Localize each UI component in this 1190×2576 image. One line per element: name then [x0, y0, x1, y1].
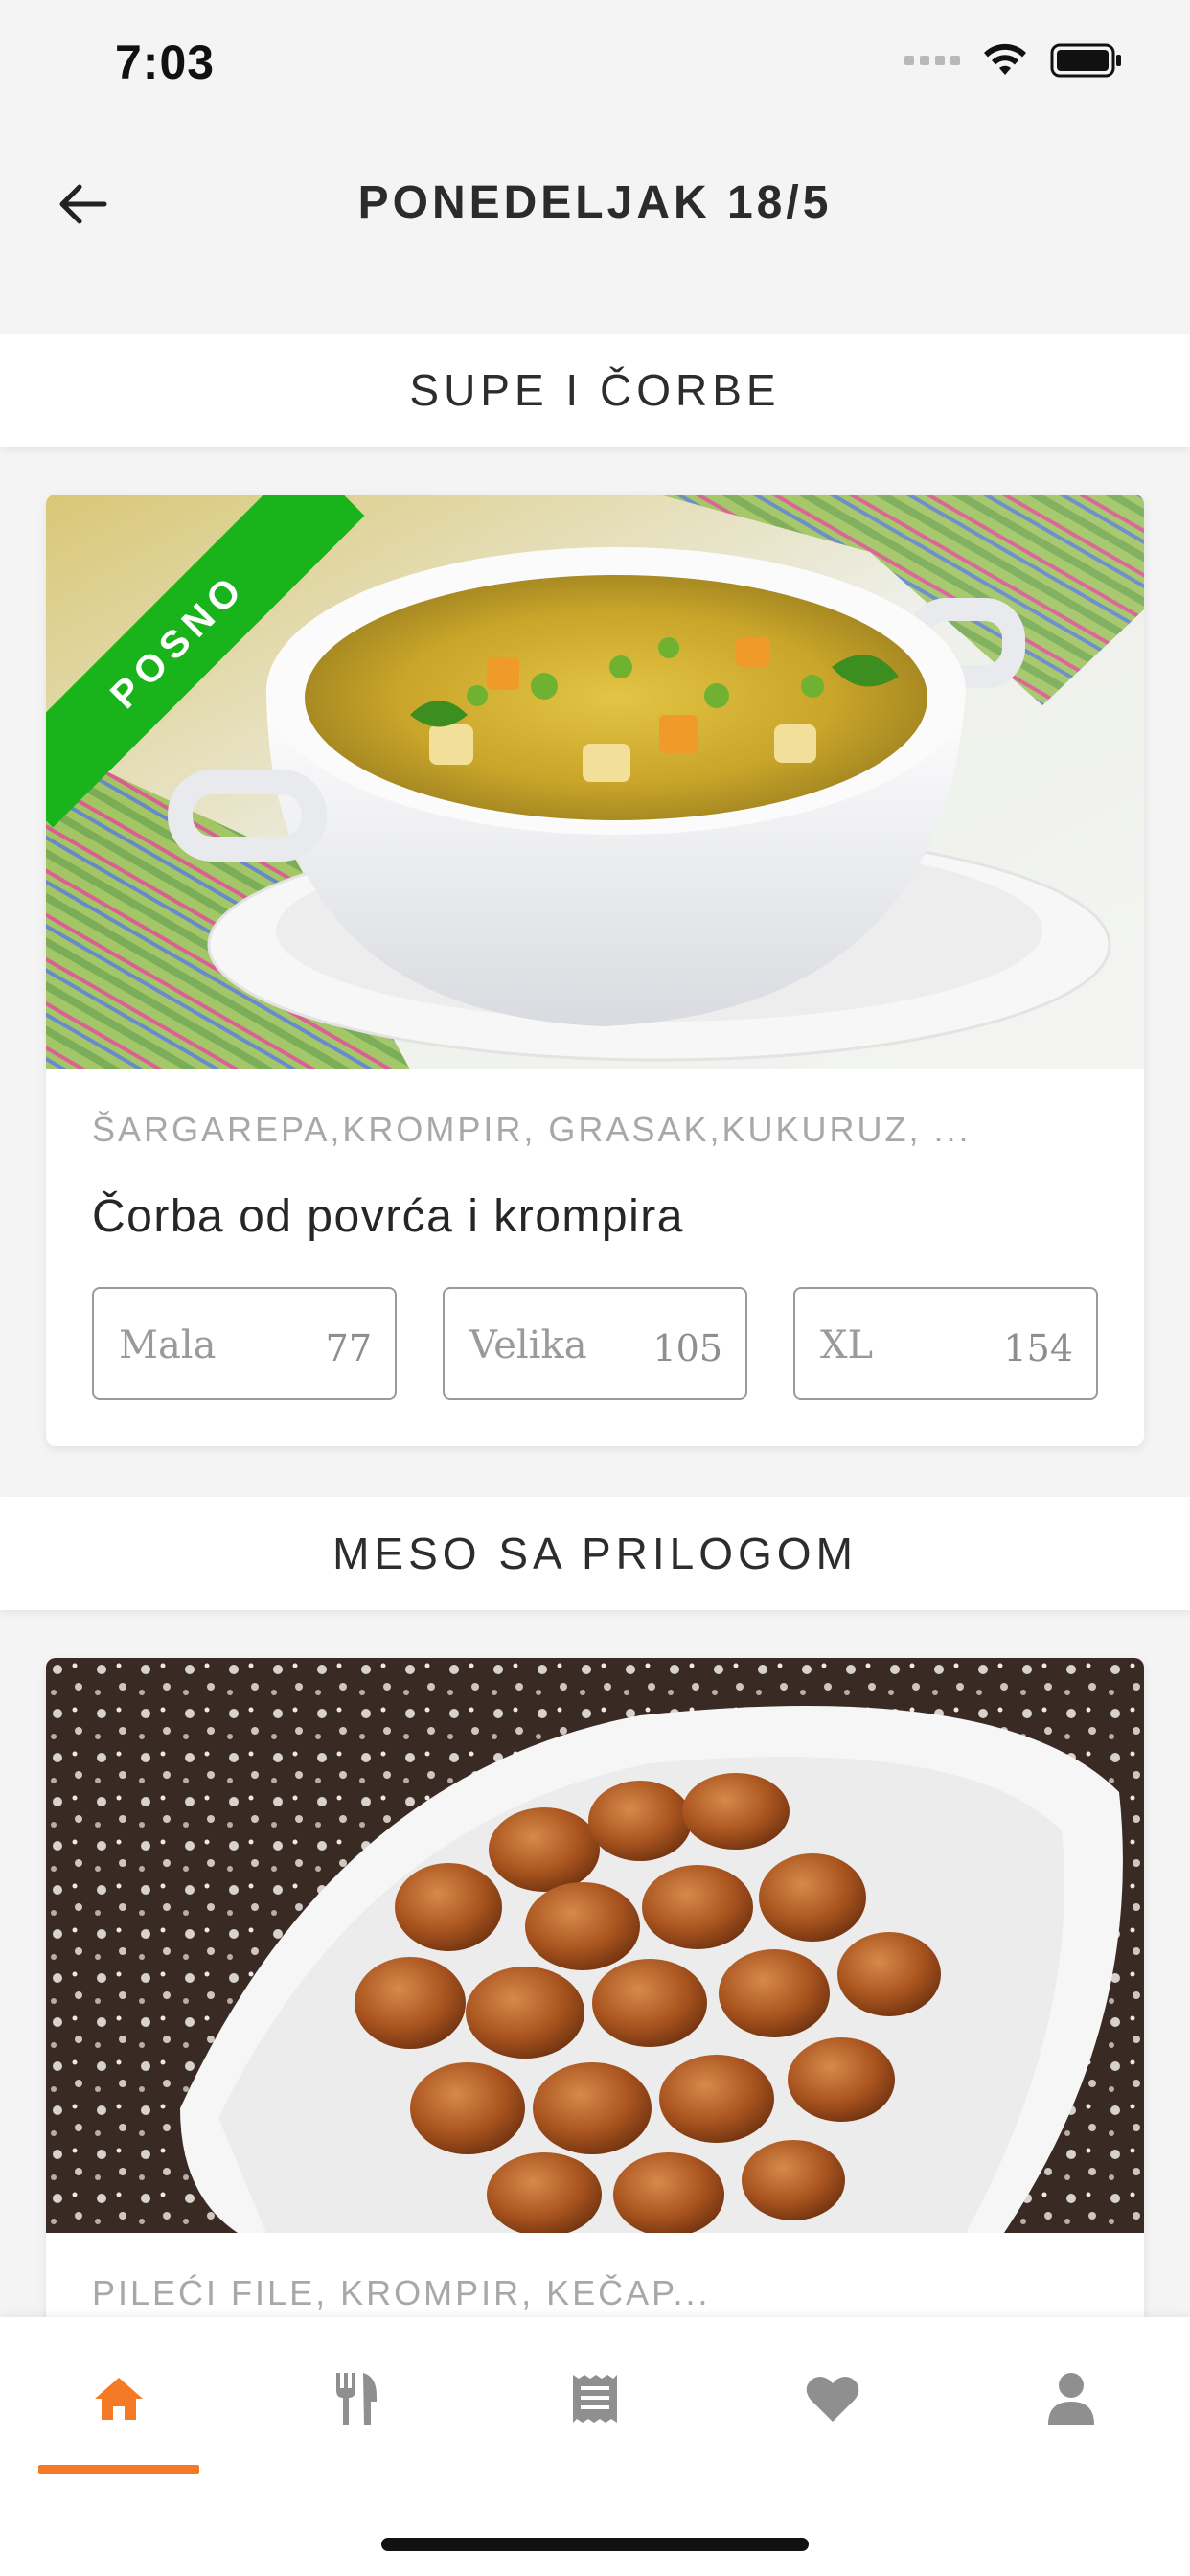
page-title: PONEDELJAK 18/5: [357, 177, 833, 228]
user-icon: [1048, 2373, 1094, 2425]
dish-name: Čorba od povrća i krompira: [92, 1191, 684, 1242]
nav-profile[interactable]: [952, 2317, 1190, 2480]
fork-knife-icon: [336, 2373, 377, 2425]
card-body: ŠARGAREPA,KROMPIR, GRASAK,KUKURUZ, ... Č…: [46, 1070, 1144, 1446]
section-title: MESO SA PRILOGOM: [332, 1529, 858, 1578]
size-options: Mala 77 Velika 105 XL 154: [92, 1287, 1098, 1446]
signal-icon: [904, 56, 960, 65]
size-option-velika[interactable]: Velika 105: [443, 1287, 747, 1400]
heart-icon: [806, 2376, 859, 2422]
home-icon: [95, 2378, 143, 2420]
ingredients-text: ŠARGAREPA,KROMPIR, GRASAK,KUKURUZ, ...: [92, 1110, 972, 1149]
receipt-icon: [573, 2375, 617, 2423]
nav-menu[interactable]: [238, 2317, 475, 2480]
nav-orders[interactable]: [476, 2317, 714, 2480]
header: PONEDELJAK 18/5: [0, 134, 1190, 278]
size-label: Velika: [469, 1323, 587, 1368]
dish-card[interactable]: PILEĆI FILE, KROMPIR, KEČAP...: [46, 1658, 1144, 2329]
nav-home[interactable]: [0, 2317, 238, 2480]
status-time: 7:03: [115, 35, 216, 89]
size-label: XL: [820, 1323, 874, 1368]
dish-image: [46, 1658, 1144, 2233]
size-price: 105: [652, 1327, 722, 1369]
dish-image: POSNO: [46, 494, 1144, 1070]
wifi-icon: [984, 43, 1026, 75]
card-body: PILEĆI FILE, KROMPIR, KEČAP...: [46, 2233, 1144, 2313]
section-title: SUPE I ČORBE: [409, 365, 781, 415]
section-header-meat: MESO SA PRILOGOM: [0, 1497, 1190, 1610]
nav-favorites[interactable]: [714, 2317, 951, 2480]
status-bar: 7:03: [0, 0, 1190, 134]
active-indicator: [38, 2465, 199, 2474]
size-price: 154: [1003, 1327, 1073, 1369]
size-option-xl[interactable]: XL 154: [793, 1287, 1098, 1400]
size-label: Mala: [119, 1323, 217, 1368]
ingredients-text: PILEĆI FILE, KROMPIR, KEČAP...: [92, 2273, 711, 2312]
size-price: 77: [325, 1327, 372, 1369]
home-indicator: [381, 2538, 809, 2551]
status-icons: [904, 42, 1123, 79]
section-header-soups: SUPE I ČORBE: [0, 334, 1190, 447]
battery-icon: [1050, 43, 1121, 78]
dish-card[interactable]: POSNO ŠARGAREPA,KROMPIR, GRASAK,KUKURUZ,…: [46, 494, 1144, 1446]
size-option-mala[interactable]: Mala 77: [92, 1287, 397, 1400]
